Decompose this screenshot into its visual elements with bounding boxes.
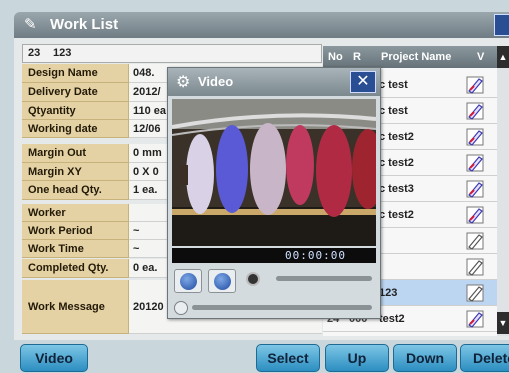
info-label: Work Period [22,222,129,240]
info-label: Qtyantity [22,102,129,120]
design-id-bar: 23 123 [22,44,322,63]
row-project-name: c test2 [379,157,414,169]
video-screen [172,99,376,246]
select-button[interactable]: Select [256,344,320,372]
row-project-name: c test2 [379,131,414,143]
video-close-button[interactable]: ✕ [350,71,376,93]
col-no: No [328,51,343,63]
needle-edit-icon[interactable] [465,127,485,147]
needle-outline-icon[interactable] [465,283,485,303]
video-time-display: 00:00:00 [172,248,376,263]
volume-slider[interactable] [276,276,372,281]
info-label: Worker [22,204,129,222]
row-project-name: c test3 [379,183,414,195]
gear-icon: ⚙ [176,74,191,91]
scroll-down-icon[interactable]: ▼ [497,312,509,334]
window-title: Work List [50,16,119,33]
info-label: Work Message [22,280,129,334]
col-project-name: Project Name [381,51,452,63]
needle-edit-icon[interactable] [465,205,485,225]
video-title: Video [198,74,234,89]
needle-edit-icon[interactable] [465,101,485,121]
info-label: Completed Qty. [22,259,129,278]
needle-edit-icon[interactable] [465,309,485,329]
down-button[interactable]: Down [393,344,457,372]
window-title-bar: ✎ Work List [14,12,509,38]
needle-edit-icon[interactable] [465,153,485,173]
video-controls [172,267,376,297]
video-title-bar: ⚙ Video ✕ [168,68,380,96]
col-r: R [353,51,361,63]
play-button[interactable] [174,269,202,293]
row-project-name: c test [379,79,408,91]
delete-button[interactable]: Delete [460,344,509,372]
row-project-name: test2 [379,313,405,325]
seek-track[interactable] [192,305,372,310]
volume-icon[interactable] [246,272,260,286]
needle-outline-icon[interactable] [465,257,485,277]
design-number: 23 [28,47,41,59]
video-button[interactable]: Video [20,344,88,372]
info-label: Work Time [22,240,129,258]
project-table-header: No R Project Name V [323,46,509,68]
info-label: One head Qty. [22,181,129,200]
info-label: Design Name [22,64,129,83]
thread-spools-image [172,99,376,246]
info-label: Margin Out [22,144,129,163]
needle-edit-icon[interactable] [465,179,485,199]
stop-icon [214,273,231,290]
row-project-name: c test [379,105,408,117]
row-project-name: 123 [379,287,398,299]
stop-button[interactable] [208,269,236,293]
needle-outline-icon[interactable] [465,231,485,251]
info-label: Margin XY [22,163,129,181]
seek-handle[interactable] [174,301,188,315]
scroll-up-icon[interactable]: ▲ [497,46,509,68]
close-button[interactable] [494,14,509,36]
needle-edit-icon[interactable] [465,75,485,95]
play-icon [180,273,197,290]
design-code: 123 [53,47,72,59]
info-label: Delivery Date [22,83,129,102]
up-button[interactable]: Up [325,344,389,372]
seek-bar[interactable] [172,301,376,315]
table-scrollbar[interactable]: ▲ ▼ [497,46,509,336]
info-label: Working date [22,120,129,138]
row-project-name: c test2 [379,209,414,221]
video-window: ⚙ Video ✕ 00:00:00 [167,67,381,319]
col-v: V [477,51,485,63]
work-list-icon: ✎ [24,16,37,33]
